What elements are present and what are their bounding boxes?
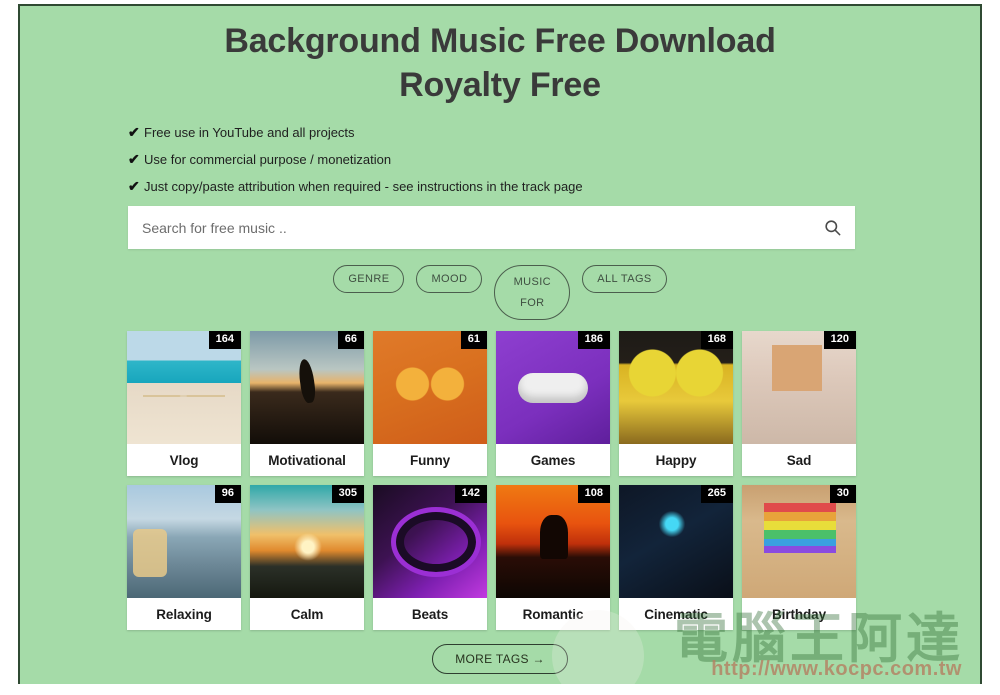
benefit-item: ✔ Free use in YouTube and all projects xyxy=(128,125,868,140)
page-viewport: Background Music Free Download Royalty F… xyxy=(20,20,980,684)
search-icon xyxy=(824,220,840,236)
search-input[interactable] xyxy=(128,206,809,250)
tag-card[interactable]: 305 Calm xyxy=(250,485,364,631)
tag-card-count-badge: 108 xyxy=(577,485,610,504)
search-button[interactable] xyxy=(809,206,855,249)
benefit-item: ✔ Just copy/paste attribution when requi… xyxy=(128,179,868,194)
tag-card-count-badge: 120 xyxy=(823,331,856,350)
tag-card-count-badge: 142 xyxy=(454,485,487,504)
tag-card-grid: 164 Vlog 66 Motivational 61 Funny 186 Games 168 H… xyxy=(127,331,862,631)
check-icon: ✔ xyxy=(128,151,140,168)
tag-card-thumbnail[interactable]: 142 xyxy=(373,485,487,599)
tag-card-thumbnail[interactable]: 61 xyxy=(373,331,487,445)
tag-card[interactable]: 265 Cinematic xyxy=(619,485,733,631)
more-tags-row: MORE TAGS → xyxy=(20,644,980,675)
benefit-text: Use for commercial purpose / monetizatio… xyxy=(144,152,392,168)
tag-card-count-badge: 96 xyxy=(214,485,241,504)
tag-card[interactable]: 186 Games xyxy=(496,331,610,477)
page-title: Background Music Free Download Royalty F… xyxy=(20,20,980,107)
search-bar[interactable] xyxy=(128,206,855,250)
tag-card-label: Birthday xyxy=(772,606,826,622)
tag-card-label: Happy xyxy=(655,452,697,468)
tag-card-thumbnail[interactable]: 30 xyxy=(742,485,856,599)
tag-card-label: Cinematic xyxy=(644,606,708,622)
filter-pill-music-for[interactable]: MUSIC FOR xyxy=(494,265,571,321)
tag-card-thumbnail[interactable]: 108 xyxy=(496,485,610,599)
tag-card-count-badge: 265 xyxy=(700,485,733,504)
tag-card-count-badge: 66 xyxy=(337,331,364,350)
tag-card[interactable]: 142 Beats xyxy=(373,485,487,631)
tag-card-count-badge: 168 xyxy=(700,331,733,350)
tag-card[interactable]: 120 Sad xyxy=(742,331,856,477)
benefit-item: ✔ Use for commercial purpose / monetizat… xyxy=(128,152,868,167)
tag-card-label: Beats xyxy=(411,606,449,622)
tag-card-label: Romantic xyxy=(522,606,584,622)
tag-card-count-badge: 61 xyxy=(460,331,487,350)
tag-card[interactable]: 66 Motivational xyxy=(250,331,364,477)
benefits-list: ✔ Free use in YouTube and all projects ✔… xyxy=(128,125,868,194)
tag-card-label: Motivational xyxy=(268,452,346,468)
tag-card[interactable]: 61 Funny xyxy=(373,331,487,477)
tag-card-label: Calm xyxy=(290,606,324,622)
filter-pill-label: GENRE xyxy=(348,273,390,286)
tag-card-label: Funny xyxy=(410,452,450,468)
filter-pill-label-line2: FOR xyxy=(520,297,545,310)
tag-card-thumbnail[interactable]: 164 xyxy=(127,331,241,445)
tag-card-label: Sad xyxy=(786,452,812,468)
tag-card[interactable]: 164 Vlog xyxy=(127,331,241,477)
tag-card-thumbnail[interactable]: 120 xyxy=(742,331,856,445)
tag-card-count-badge: 164 xyxy=(208,331,241,350)
tag-card-count-badge: 30 xyxy=(829,485,856,504)
check-icon: ✔ xyxy=(128,178,140,195)
tag-card-thumbnail[interactable]: 265 xyxy=(619,485,733,599)
filter-pill-label: MUSIC xyxy=(513,275,552,288)
tag-card-label: Vlog xyxy=(169,452,199,468)
filter-pill-group: GENRE MOOD MUSIC FOR ALL TAGS xyxy=(20,265,980,321)
tag-card-count-badge: 305 xyxy=(331,485,364,504)
browser-content-frame: Background Music Free Download Royalty F… xyxy=(18,4,982,684)
more-tags-button[interactable]: MORE TAGS → xyxy=(432,644,568,675)
tag-card-thumbnail[interactable]: 305 xyxy=(250,485,364,599)
tag-card-label: Games xyxy=(530,452,576,468)
screenshot-root: Background Music Free Download Royalty F… xyxy=(0,0,1000,695)
tag-card-thumbnail[interactable]: 66 xyxy=(250,331,364,445)
filter-pill-genre[interactable]: GENRE xyxy=(333,265,405,294)
tag-card[interactable]: 108 Romantic xyxy=(496,485,610,631)
tag-card-thumbnail[interactable]: 96 xyxy=(127,485,241,599)
tag-card-thumbnail[interactable]: 168 xyxy=(619,331,733,445)
page-title-line-2: Royalty Free xyxy=(399,65,601,104)
tag-card[interactable]: 30 Birthday xyxy=(742,485,856,631)
tag-card-thumbnail[interactable]: 186 xyxy=(496,331,610,445)
filter-pill-mood[interactable]: MOOD xyxy=(416,265,483,294)
page-title-line-1: Background Music Free Download xyxy=(224,22,776,60)
check-icon: ✔ xyxy=(128,124,140,141)
tag-card[interactable]: 96 Relaxing xyxy=(127,485,241,631)
tag-card-count-badge: 186 xyxy=(577,331,610,350)
filter-pill-all-tags[interactable]: ALL TAGS xyxy=(582,265,667,294)
benefit-text: Free use in YouTube and all projects xyxy=(144,125,355,141)
benefit-text: Just copy/paste attribution when require… xyxy=(144,179,583,195)
filter-pill-label: MOOD xyxy=(431,273,468,286)
filter-pill-label: ALL TAGS xyxy=(597,273,652,286)
tag-card-label: Relaxing xyxy=(156,606,212,622)
tag-card[interactable]: 168 Happy xyxy=(619,331,733,477)
